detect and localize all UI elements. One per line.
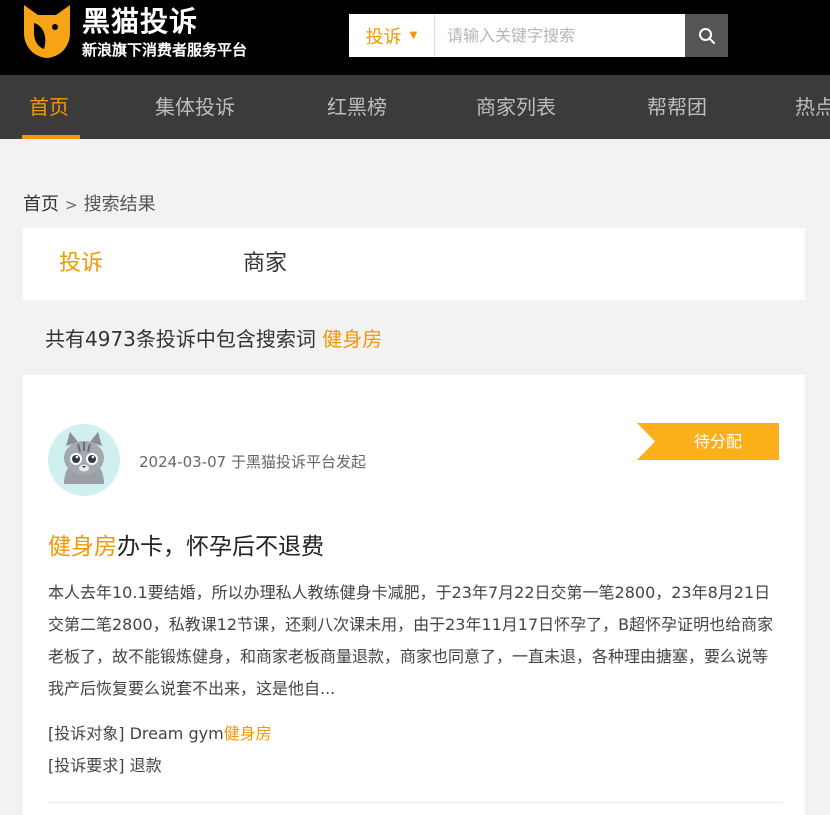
- summary-text: 共有4973条投诉中包含搜索词: [45, 327, 316, 351]
- tab-complaints[interactable]: 投诉: [59, 228, 103, 300]
- complaint-date-meta: 2024-03-07 于黑猫投诉平台发起: [139, 453, 366, 471]
- target-keyword: 健身房: [223, 724, 272, 743]
- tab-merchants[interactable]: 商家: [243, 228, 287, 300]
- nav-item-collective[interactable]: 集体投诉: [155, 75, 235, 139]
- top-header: 黑猫投诉 新浪旗下消费者服务平台 投诉 ▼: [0, 0, 830, 75]
- search-type-dropdown[interactable]: 投诉 ▼: [349, 14, 435, 57]
- logo-title: 黑猫投诉: [82, 5, 199, 38]
- breadcrumb-home[interactable]: 首页: [23, 194, 59, 215]
- title-keyword: 健身房: [48, 534, 117, 560]
- breadcrumb: 首页 > 搜索结果: [23, 190, 156, 216]
- nav-item-merchants[interactable]: 商家列表: [476, 75, 556, 139]
- nav-item-home[interactable]: 首页: [29, 75, 69, 139]
- card-divider: [48, 802, 783, 803]
- search-button[interactable]: [685, 14, 728, 57]
- avatar[interactable]: [48, 424, 120, 496]
- target-label: [投诉对象]: [48, 724, 125, 743]
- search-bar: 投诉 ▼: [349, 14, 728, 57]
- complaint-card[interactable]: 2024-03-07 于黑猫投诉平台发起 待分配 健身房办卡，怀孕后不退费 本人…: [23, 375, 805, 815]
- logo-subtitle: 新浪旗下消费者服务平台: [82, 41, 248, 59]
- complaint-title[interactable]: 健身房办卡，怀孕后不退费: [48, 527, 324, 561]
- complaint-target: [投诉对象] Dream gym健身房: [48, 720, 272, 744]
- site-logo[interactable]: 黑猫投诉 新浪旗下消费者服务平台: [22, 3, 292, 69]
- result-summary: 共有4973条投诉中包含搜索词 健身房: [45, 323, 382, 352]
- result-tabs: 投诉 商家: [23, 228, 805, 300]
- black-cat-logo-icon: [24, 5, 70, 58]
- breadcrumb-separator: >: [65, 196, 78, 214]
- complaint-content: 本人去年10.1要结婚，所以办理私人教练健身卡减肥，于23年7月22日交第一笔2…: [48, 583, 774, 698]
- status-text: 待分配: [693, 432, 742, 451]
- complaint-request: [投诉要求] 退款: [48, 752, 162, 776]
- nav-item-hot[interactable]: 热点: [795, 75, 830, 139]
- request-value: 退款: [129, 756, 162, 775]
- nav-item-helpers[interactable]: 帮帮团: [647, 75, 707, 139]
- magnifier-icon: [698, 27, 715, 44]
- search-input[interactable]: [435, 14, 685, 57]
- cat-avatar-icon: [48, 424, 120, 496]
- nav-active-indicator: [22, 135, 80, 139]
- main-nav: 首页 集体投诉 红黑榜 商家列表 帮帮团 热点: [0, 75, 830, 139]
- caret-down-icon: ▼: [409, 30, 418, 41]
- breadcrumb-current: 搜索结果: [83, 194, 156, 215]
- search-type-label: 投诉: [365, 26, 402, 48]
- nav-item-ranking[interactable]: 红黑榜: [327, 75, 387, 139]
- title-rest: 办卡，怀孕后不退费: [117, 534, 324, 560]
- target-value: Dream gym: [129, 724, 224, 743]
- status-badge: 待分配: [637, 423, 779, 460]
- request-label: [投诉要求]: [48, 756, 125, 775]
- summary-keyword: 健身房: [322, 327, 383, 351]
